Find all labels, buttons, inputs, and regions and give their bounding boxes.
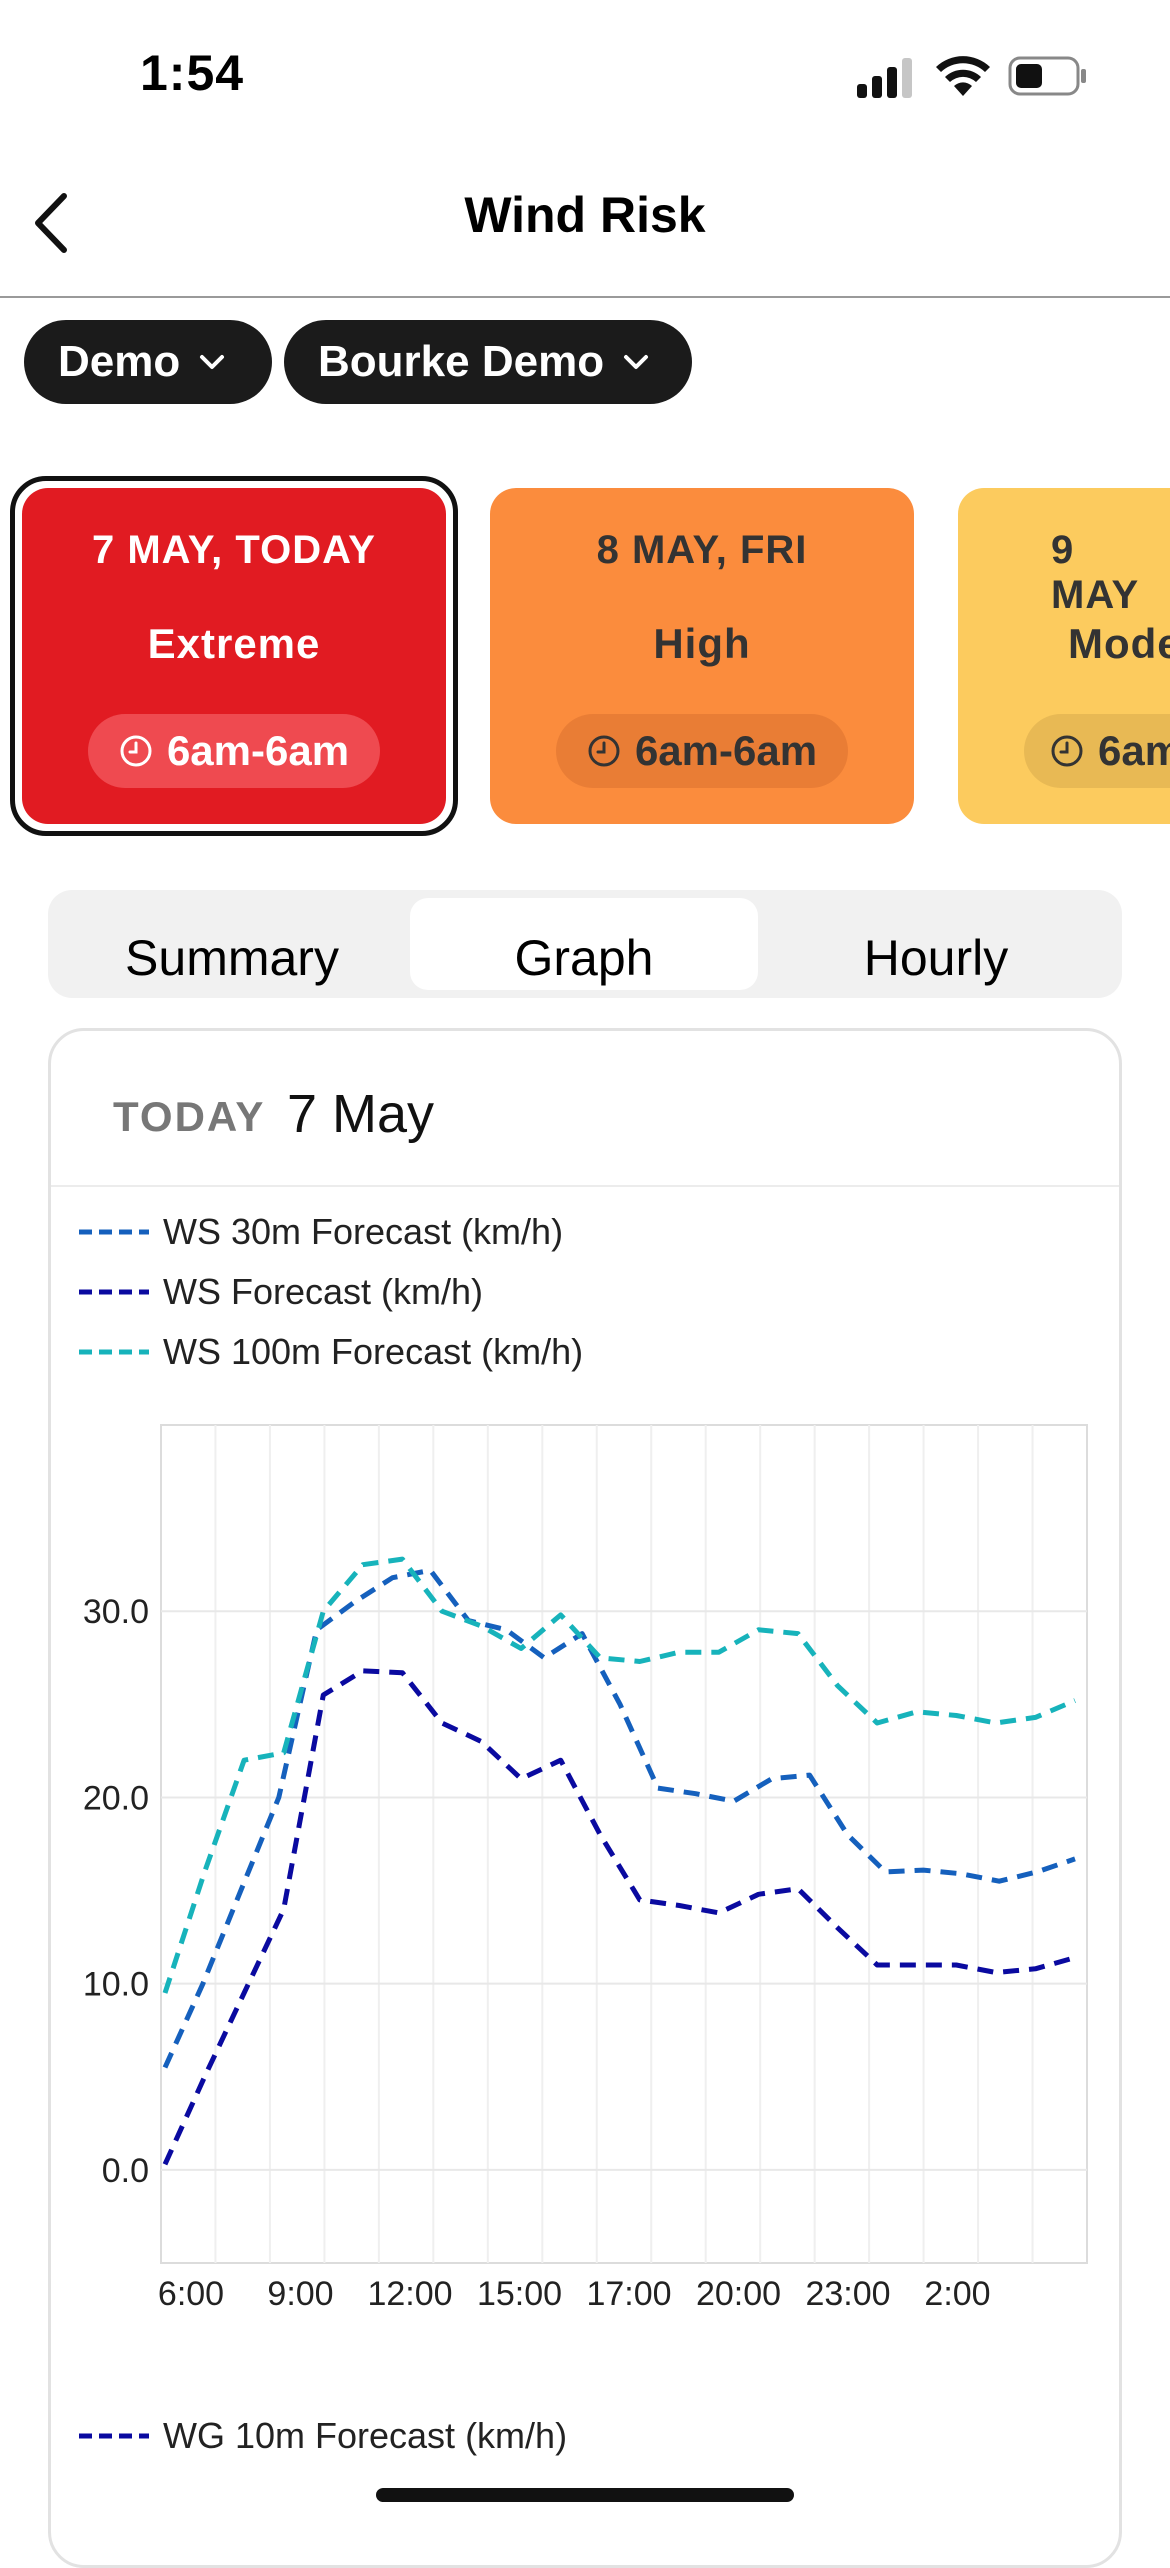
day-card-time: 6am-6am: [634, 727, 818, 774]
tab-summary[interactable]: Summary: [58, 898, 406, 990]
day-card-date: 8 MAY, FRI: [596, 528, 808, 572]
wifi-icon: [936, 56, 990, 96]
day-card-date: 7 MAY, TODAY: [92, 528, 376, 572]
day-card-date: 9 MAY: [1051, 528, 1140, 617]
x-tick-label: 2:00: [924, 2275, 990, 2313]
y-tick-label: 20.0: [83, 1779, 149, 1817]
x-tick-label: 9:00: [267, 2275, 333, 2313]
day-card-risk-level: Mode: [1068, 620, 1170, 667]
day-card-time-badge: 6am-6am: [88, 714, 380, 788]
series-line-2: [162, 1668, 1076, 2166]
day-card-today[interactable]: 7 MAY, TODAY Extreme 6am-6am: [22, 488, 446, 824]
y-tick-label: 10.0: [83, 1966, 149, 2004]
day-card-time-badge: 6am: [1024, 714, 1170, 788]
chevron-down-icon: [200, 355, 225, 369]
wind-speed-chart: 0.0 10.0 20.0 30.0 6:00 9:00 12:00 15:00 17:00 20…: [83, 1424, 1088, 2313]
group-dropdown-label: Demo: [58, 337, 181, 386]
tab-hourly[interactable]: Hourly: [762, 898, 1110, 990]
x-tick-label: 12:00: [367, 2275, 452, 2313]
day-card-fri[interactable]: 8 MAY, FRI High 6am-6am: [490, 488, 914, 824]
view-segmented-control: Summary Graph Hourly: [48, 890, 1122, 998]
x-tick-label: 15:00: [477, 2275, 562, 2313]
chevron-down-icon: [624, 355, 649, 369]
legend-swatch: [79, 2433, 149, 2439]
day-card-sat[interactable]: 9 MAY Mode 6am: [958, 488, 1170, 824]
home-indicator: [376, 2488, 794, 2502]
clock-icon: [120, 735, 152, 767]
navigation-bar: Wind Risk: [0, 150, 1170, 298]
day-card-risk-level: Extreme: [147, 620, 321, 667]
group-dropdown[interactable]: Demo: [24, 320, 272, 404]
site-dropdown[interactable]: Bourke Demo: [284, 320, 692, 404]
tab-graph[interactable]: Graph: [410, 898, 758, 990]
day-card-risk-level: High: [653, 620, 751, 667]
x-tick-label: 23:00: [805, 2275, 890, 2313]
legend-label: WG 10m Forecast (km/h): [163, 2415, 568, 2456]
status-bar: 1:54: [0, 0, 1170, 150]
graph-card: TODAY 7 May WS 30m Forecast (km/h) WS Fo…: [48, 1028, 1122, 2568]
cellular-signal-icon: [857, 58, 912, 98]
y-tick-label: 30.0: [83, 1593, 149, 1631]
page-title: Wind Risk: [464, 187, 706, 243]
battery-icon: [1008, 56, 1086, 96]
legend-item-wg10[interactable]: WG 10m Forecast (km/h): [79, 2411, 779, 2461]
clock-icon: [1051, 735, 1083, 767]
day-card-time-badge: 6am-6am: [556, 714, 848, 788]
series-line-3: [162, 1556, 1076, 1994]
plot-area: [160, 1424, 1088, 2264]
status-time: 1:54: [140, 45, 245, 101]
day-card-time: 6am-6am: [166, 727, 350, 774]
site-dropdown-label: Bourke Demo: [318, 337, 605, 386]
x-tick-label: 17:00: [586, 2275, 671, 2313]
clock-icon: [588, 735, 620, 767]
x-tick-label: 20:00: [696, 2275, 781, 2313]
x-tick-label: 6:00: [158, 2275, 224, 2313]
day-card-time: 6am: [1098, 727, 1170, 774]
y-tick-label: 0.0: [102, 2152, 149, 2190]
